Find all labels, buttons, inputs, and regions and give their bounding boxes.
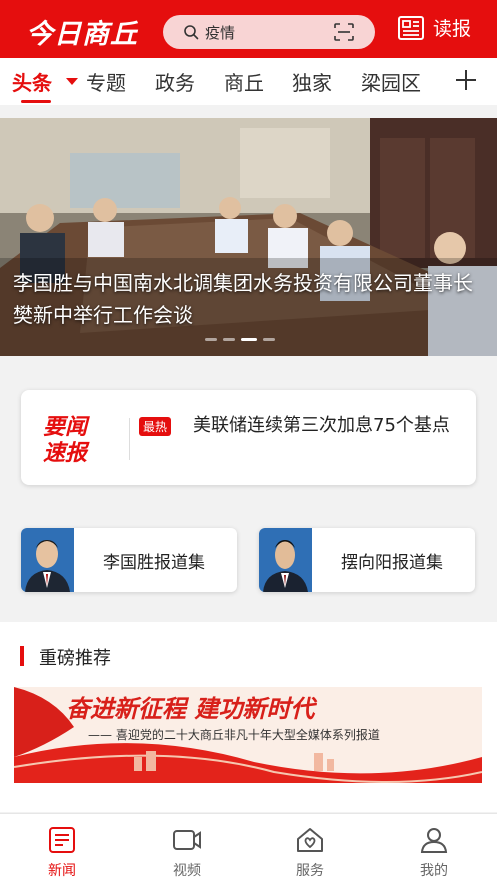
nav-profile[interactable]: 我的 [404,826,464,880]
portrait-image [21,528,74,592]
read-label: 读报 [433,18,472,40]
service-icon [297,828,323,852]
search-text: 疫情 [205,24,236,42]
breaking-news-brand: 要闻 速报 [43,414,87,466]
tab-exclusive[interactable]: 独家 [292,67,332,96]
collection-label: 摆向阳报道集 [341,553,443,573]
breaking-news-card[interactable]: 要闻 速报 美联储连续第三次加息75个基点 最热 [21,390,476,485]
tab-shangqiu[interactable]: 商丘 [224,67,264,96]
banner-image: 奋进新征程 建功新时代 —— 喜迎党的二十大商丘非凡十年大型全媒体系列报道 [14,687,482,783]
video-icon [173,830,201,850]
carousel-indicator [205,338,281,341]
nav-profile-label: 我的 [420,863,448,879]
featured-banner[interactable]: 奋进新征程 建功新时代 —— 喜迎党的二十大商丘非凡十年大型全媒体系列报道 [14,687,482,783]
app-logo: 今日商丘 [26,19,138,50]
divider [129,418,130,460]
active-tab-indicator [21,100,51,103]
tab-headlines[interactable]: 头条 [12,67,52,96]
bottom-navigation: 新闻 视频 服务 我的 [0,813,497,883]
tab-liangyuan[interactable]: 梁园区 [361,67,421,96]
nav-news[interactable]: 新闻 [32,826,92,880]
hot-badge: 最热 [139,417,172,436]
carousel-dot [223,338,235,341]
carousel-dot [263,338,275,341]
featured-section: 重磅推荐 奋进新征程 建功新时代 —— 喜迎党的二十大商丘非凡十年大型全媒体系列… [0,622,497,812]
app-screen: 今日商丘 疫情 读报 头条 专题 政务 商丘 独家 梁园区 李国胜与中国南水北调… [0,0,497,883]
brand-line-2: 速报 [43,440,88,466]
portrait-image [259,528,312,592]
hero-carousel[interactable]: 李国胜与中国南水北调集团水务投资有限公司董事长樊新中举行工作会谈 [0,118,497,356]
top-header: 今日商丘 疫情 读报 [0,0,497,58]
carousel-dot [205,338,217,341]
add-channel-icon[interactable] [454,68,478,92]
collection-card-2[interactable]: 摆向阳报道集 [259,528,475,592]
banner-sub-text: —— 喜迎党的二十大商丘非凡十年大型全媒体系列报道 [88,727,380,742]
tab-government[interactable]: 政务 [155,67,195,96]
banner-main-text: 奋进新征程 建功新时代 [66,694,317,723]
breaking-news-headline[interactable]: 美联储连续第三次加息75个基点 [139,412,459,439]
nav-news-label: 新闻 [48,863,76,879]
nav-service-label: 服务 [296,863,324,879]
nav-video[interactable]: 视频 [157,826,217,880]
scan-icon[interactable] [334,23,354,41]
section-title: 重磅推荐 [39,648,111,669]
nav-video-label: 视频 [173,863,201,879]
caret-down-icon[interactable] [66,78,78,85]
profile-icon [420,828,448,853]
brand-line-1: 要闻 [43,414,88,440]
collection-label: 李国胜报道集 [103,553,205,573]
section-marker [20,646,24,666]
read-newspaper-button[interactable]: 读报 [397,14,471,41]
channel-tabs: 头条 专题 政务 商丘 独家 梁园区 [0,58,497,105]
collection-card-1[interactable]: 李国胜报道集 [21,528,237,592]
hero-title[interactable]: 李国胜与中国南水北调集团水务投资有限公司董事长樊新中举行工作会谈 [13,267,487,331]
nav-service[interactable]: 服务 [280,826,340,880]
newspaper-icon [398,15,424,40]
search-icon [184,25,199,40]
search-bar[interactable]: 疫情 [163,15,375,49]
news-icon [49,827,75,853]
tab-topics[interactable]: 专题 [86,67,126,96]
carousel-dot-active [241,338,257,341]
